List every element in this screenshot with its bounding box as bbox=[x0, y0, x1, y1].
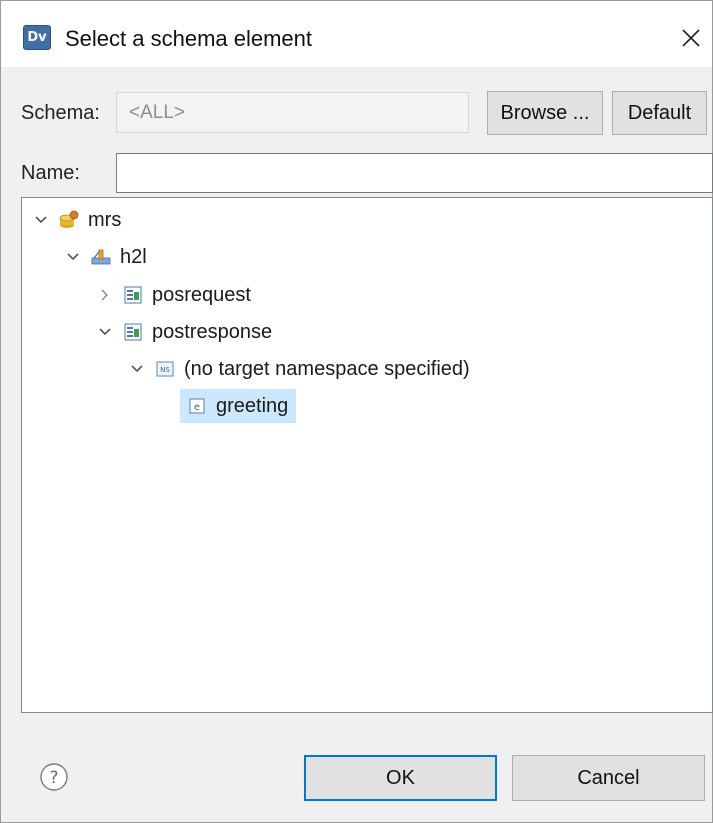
default-button[interactable]: Default bbox=[612, 91, 707, 135]
chevron-down-icon[interactable] bbox=[128, 360, 146, 378]
xsd-file-icon bbox=[122, 284, 144, 306]
help-button[interactable]: ? bbox=[39, 762, 69, 792]
close-icon bbox=[682, 29, 700, 47]
repository-icon bbox=[58, 209, 80, 231]
close-button[interactable] bbox=[673, 19, 709, 57]
chevron-down-icon[interactable] bbox=[32, 211, 50, 229]
tree-node-label: (no target namespace specified) bbox=[184, 357, 470, 380]
tree-node-label: posrequest bbox=[152, 283, 251, 306]
help-icon: ? bbox=[40, 763, 68, 791]
tree-node-greeting[interactable]: e greeting bbox=[180, 389, 297, 423]
xsd-file-icon bbox=[122, 321, 144, 343]
chevron-down-icon[interactable] bbox=[64, 248, 82, 266]
tree-node-label: h2l bbox=[120, 245, 147, 268]
name-label: Name: bbox=[21, 162, 80, 184]
chevron-right-icon[interactable] bbox=[96, 286, 114, 304]
svg-text:e: e bbox=[194, 402, 200, 413]
schema-element-dialog: Dv Select a schema element Schema: <ALL>… bbox=[0, 0, 713, 823]
chevron-down-icon[interactable] bbox=[96, 323, 114, 341]
tree-node-label: postresponse bbox=[152, 320, 273, 343]
tree-node-h2l[interactable]: h2l bbox=[64, 240, 147, 274]
namespace-icon: NS bbox=[154, 358, 176, 380]
name-input[interactable] bbox=[116, 153, 713, 193]
tree-node-namespace[interactable]: NS (no target namespace specified) bbox=[128, 352, 470, 386]
tree-node-label: mrs bbox=[88, 208, 122, 231]
app-logo-icon: Dv bbox=[23, 25, 51, 50]
tree-node-mrs[interactable]: mrs bbox=[32, 203, 121, 237]
svg-text:NS: NS bbox=[160, 366, 170, 374]
schema-field: <ALL> bbox=[116, 92, 469, 133]
browse-button[interactable]: Browse ... bbox=[487, 91, 603, 135]
tree-node-label: greeting bbox=[216, 394, 289, 417]
schema-tree[interactable]: mrs h2l posrequest postresponse NS (no t… bbox=[21, 197, 713, 713]
schema-label: Schema: bbox=[21, 102, 100, 124]
title-bar: Dv Select a schema element bbox=[1, 1, 712, 67]
svg-text:?: ? bbox=[49, 768, 58, 788]
ok-button[interactable]: OK bbox=[304, 755, 497, 801]
tree-node-posrequest[interactable]: posrequest bbox=[96, 278, 251, 312]
cancel-button[interactable]: Cancel bbox=[512, 755, 705, 801]
element-icon: e bbox=[186, 395, 208, 417]
project-icon bbox=[90, 246, 112, 268]
tree-node-postresponse[interactable]: postresponse bbox=[96, 315, 272, 349]
dialog-title: Select a schema element bbox=[65, 26, 313, 51]
